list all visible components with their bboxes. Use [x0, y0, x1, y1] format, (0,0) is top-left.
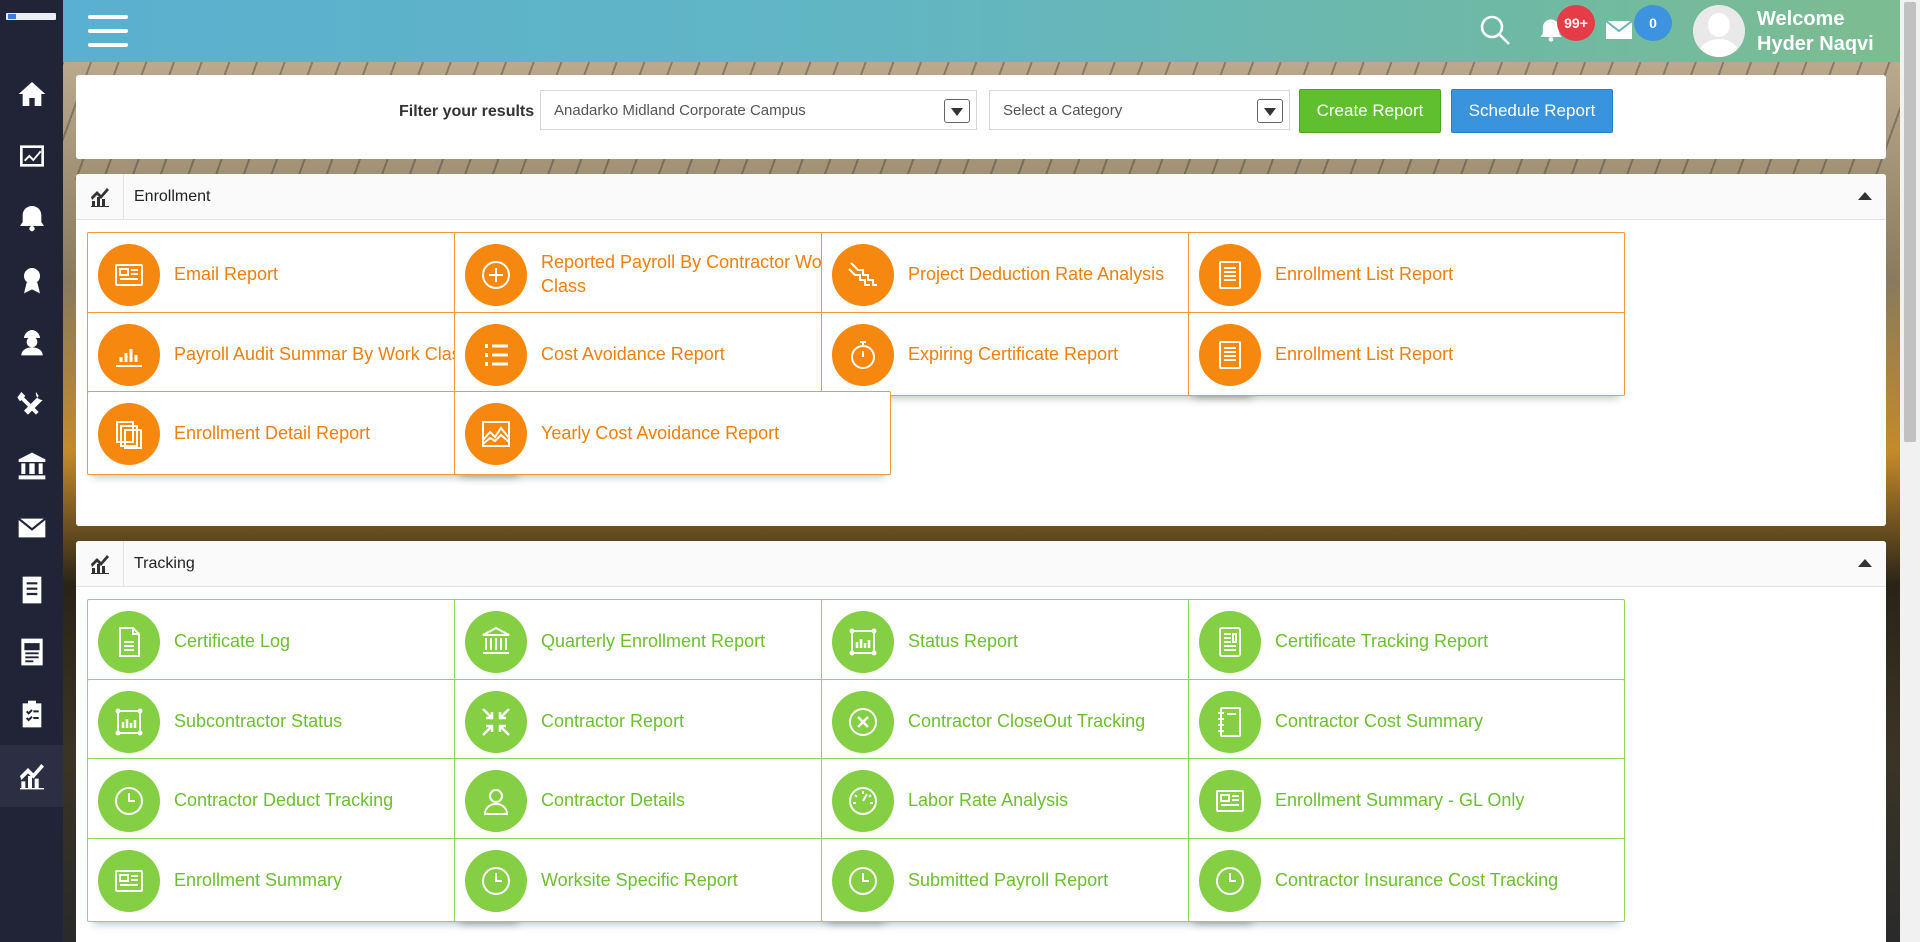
plus-circle-icon	[465, 244, 527, 306]
category-select[interactable]: Select a Category	[989, 90, 1290, 130]
sidebar-item-checklist[interactable]	[0, 683, 63, 745]
report-card[interactable]: Contractor Cost Summary	[1188, 679, 1625, 763]
sidebar-item-awards[interactable]	[0, 249, 63, 311]
copy-pages-icon	[98, 403, 160, 465]
main-area: 99+ 0 Welcome Hyder Naqvi Filter your re…	[63, 0, 1900, 942]
scrollbar-thumb[interactable]	[1904, 2, 1916, 442]
clock-icon	[98, 770, 160, 832]
report-card[interactable]: Enrollment Summary - GL Only	[1188, 758, 1625, 842]
clock-icon	[465, 850, 527, 912]
clock-icon	[832, 850, 894, 912]
tools-icon	[16, 392, 43, 415]
mail-icon	[17, 517, 46, 538]
report-card-label: Certificate Tracking Report	[1275, 631, 1489, 651]
schedule-report-button[interactable]: Schedule Report	[1451, 89, 1613, 133]
report-card-label: Enrollment List Report	[1275, 344, 1454, 364]
section-title: Tracking	[134, 555, 195, 572]
chart-box-icon	[832, 611, 894, 673]
enrollment-panel-header[interactable]: Enrollment	[76, 174, 1886, 220]
area-chart-icon	[465, 403, 527, 465]
newspaper-icon	[20, 638, 43, 666]
sidebar-item-bank[interactable]	[0, 435, 63, 497]
welcome-text[interactable]: Welcome Hyder Naqvi	[1757, 7, 1874, 57]
document-icon	[22, 576, 41, 604]
sidebar-item-notifications[interactable]	[0, 187, 63, 249]
newspaper-icon	[98, 244, 160, 306]
report-card-label: Contractor Insurance Cost Tracking	[1275, 870, 1559, 890]
sidebar-item-workers[interactable]	[0, 311, 63, 373]
user-name: Hyder Naqvi	[1757, 33, 1874, 55]
sidebar-item-news[interactable]	[0, 621, 63, 683]
chart-box-icon	[98, 691, 160, 753]
analytics-icon	[76, 174, 124, 220]
stopwatch-icon	[832, 324, 894, 386]
stairs-down-icon	[832, 244, 894, 306]
report-card[interactable]: Enrollment List Report	[1188, 232, 1625, 316]
sidebar-item-mail[interactable]	[0, 497, 63, 559]
bank-icon	[18, 452, 45, 480]
messages-mail-icon[interactable]	[1605, 18, 1635, 44]
collapse-caret-icon[interactable]	[1858, 192, 1872, 200]
create-report-button[interactable]: Create Report	[1299, 89, 1441, 133]
filter-label: Filter your results	[399, 103, 535, 120]
welcome-greeting: Welcome	[1757, 8, 1845, 30]
analytics-icon	[76, 541, 124, 587]
report-card-label: Contractor Cost Summary	[1275, 711, 1484, 731]
report-card[interactable]: Enrollment List Report	[1188, 312, 1625, 396]
filter-panel: Filter your results Anadarko Midland Cor…	[76, 75, 1886, 159]
report-card-label: Enrollment List Report	[1275, 264, 1454, 284]
location-select[interactable]: Anadarko Midland Corporate Campus	[540, 90, 977, 130]
tracking-panel: Tracking Certificate Log Quarterly Enroll…	[76, 541, 1886, 942]
analytics-icon	[19, 764, 44, 790]
bar-chart-icon	[98, 324, 160, 386]
messages-count-badge[interactable]: 0	[1634, 5, 1672, 41]
collapse-caret-icon[interactable]	[1858, 559, 1872, 567]
sidebar-item-tools[interactable]	[0, 373, 63, 435]
chevron-down-icon[interactable]	[944, 99, 970, 123]
chevron-down-icon[interactable]	[1257, 99, 1283, 123]
report-card-label: Enrollment Summary - GL Only	[1275, 790, 1525, 810]
newspaper-icon	[1199, 770, 1261, 832]
report-card-label: Yearly Cost Avoidance Report	[541, 423, 780, 443]
home-icon	[18, 82, 45, 106]
award-ribbon-icon	[23, 268, 40, 294]
menu-toggle-icon[interactable]	[88, 15, 128, 47]
list-document-icon	[1199, 324, 1261, 386]
bullet-list-icon	[465, 324, 527, 386]
close-circle-icon	[832, 691, 894, 753]
report-card[interactable]: Yearly Cost Avoidance Report	[454, 391, 891, 475]
id-card-icon	[1199, 611, 1261, 673]
search-icon[interactable]	[1479, 14, 1511, 46]
location-select-value: Anadarko Midland Corporate Campus	[554, 102, 806, 119]
gauge-icon	[832, 770, 894, 832]
company-logo[interactable]	[6, 13, 56, 20]
user-avatar[interactable]	[1693, 5, 1745, 57]
notebook-icon	[1199, 691, 1261, 753]
clock-icon	[1199, 850, 1261, 912]
notification-count-badge[interactable]: 99+	[1557, 5, 1595, 41]
compress-arrows-icon	[465, 691, 527, 753]
bank-icon	[465, 611, 527, 673]
bell-icon	[19, 206, 44, 232]
report-card[interactable]: Certificate Tracking Report	[1188, 599, 1625, 683]
sidebar-item-documents[interactable]	[0, 559, 63, 621]
list-document-icon	[1199, 244, 1261, 306]
sidebar-item-home[interactable]	[0, 63, 63, 125]
user-icon	[465, 770, 527, 832]
tracking-panel-header[interactable]: Tracking	[76, 541, 1886, 587]
newspaper-icon	[98, 850, 160, 912]
file-icon	[98, 611, 160, 673]
dashboard-chart-icon	[19, 145, 44, 167]
report-card[interactable]: Contractor Insurance Cost Tracking	[1188, 838, 1625, 922]
page-scrollbar[interactable]	[1900, 0, 1920, 942]
enrollment-panel: Enrollment Email Report Reported Payroll …	[76, 174, 1886, 526]
clipboard-checklist-icon	[22, 700, 41, 728]
worker-icon	[20, 330, 43, 356]
category-select-value: Select a Category	[1003, 102, 1123, 119]
section-title: Enrollment	[134, 188, 211, 205]
topbar: 99+ 0 Welcome Hyder Naqvi	[63, 0, 1900, 62]
sidebar-item-analytics[interactable]	[0, 745, 63, 807]
sidebar	[0, 0, 63, 942]
sidebar-item-dashboard[interactable]	[0, 125, 63, 187]
